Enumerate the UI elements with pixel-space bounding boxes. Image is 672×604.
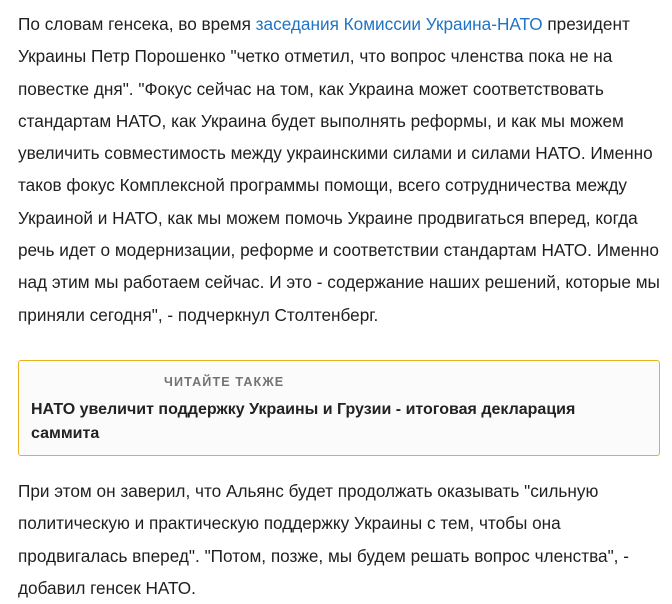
commission-meeting-link[interactable]: заседания Комиссии Украина-НАТО <box>256 14 543 34</box>
paragraph-1-text-start: По словам генсека, во время <box>18 14 256 34</box>
read-also-label: ЧИТАЙТЕ ТАКЖЕ <box>164 375 285 389</box>
article-paragraph-2: При этом он заверил, что Альянс будет пр… <box>18 481 629 598</box>
read-also-card[interactable]: ЧИТАЙТЕ ТАКЖЕ НАТО увеличит поддержку Ук… <box>18 360 660 456</box>
read-also-title-link[interactable]: НАТО увеличит поддержку Украины и Грузии… <box>31 398 641 446</box>
article-body: По словам генсека, во время заседания Ко… <box>18 8 666 331</box>
article-paragraph-1: По словам генсека, во время заседания Ко… <box>18 8 664 331</box>
paragraph-1-text-end: президент Украины Петр Порошенко "четко … <box>18 14 660 325</box>
